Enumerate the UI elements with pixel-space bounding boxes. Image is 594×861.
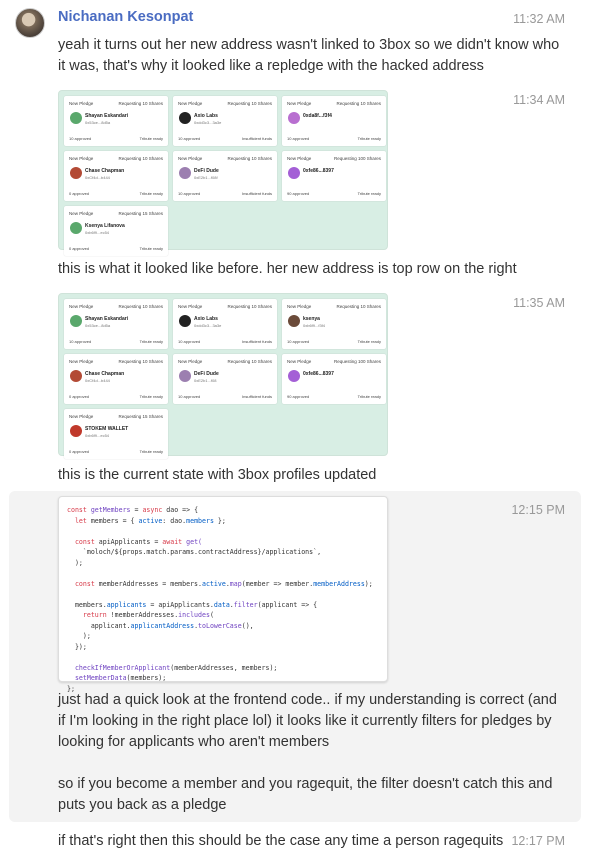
pledge-card: New Pledge Requesting 15 Shares Ksenya Lif…: [64, 206, 168, 256]
pledge-card: New Pledge Requesting 10 Shares Shayan Esk…: [64, 96, 168, 146]
pledge-card: New Pledge Requesting 10 Shares Axio Labs 0…: [173, 96, 277, 146]
code-snippet: const getMembers = async dao => { let me…: [67, 506, 373, 693]
timestamp[interactable]: 12:15 PM: [511, 503, 565, 517]
message-text: just had a quick look at the frontend co…: [58, 692, 557, 750]
pledge-avatar: [70, 315, 82, 327]
message-text: this is the current state with 3box prof…: [58, 467, 377, 483]
image-attachment[interactable]: New Pledge Requesting 10 Shares Shayan Esk…: [58, 293, 388, 459]
image-attachment[interactable]: New Pledge Requesting 10 Shares Shayan Esk…: [58, 90, 388, 256]
message-text: if that's right then this should be the …: [58, 833, 504, 849]
pledge-avatar: [179, 370, 191, 382]
code-image-attachment[interactable]: const getMembers = async dao => { let me…: [58, 496, 388, 693]
pledge-card: New Pledge Requesting 15 Shares STOKEM WAL…: [64, 409, 168, 459]
pledge-card: New Pledge Requesting 10 Shares DeFi Dude 0…: [173, 354, 277, 404]
pledge-avatar: [179, 315, 191, 327]
message-text: this is what it looked like before. her …: [58, 261, 517, 277]
timestamp[interactable]: 11:32 AM: [513, 12, 565, 26]
timestamp[interactable]: 12:17 PM: [511, 834, 565, 848]
author-name[interactable]: Nichanan Kesonpat: [58, 9, 193, 25]
pledge-card: New Pledge Requesting 10 Shares Chase Chap…: [64, 354, 168, 404]
pledge-avatar: [70, 425, 82, 437]
pledge-avatar: [288, 112, 300, 124]
pledge-avatar: [70, 222, 82, 234]
timestamp[interactable]: 11:35 AM: [513, 296, 565, 310]
pledge-avatar: [70, 112, 82, 124]
pledge-avatar: [179, 167, 191, 179]
pledge-avatar: [70, 167, 82, 179]
message-text: so if you become a member and you ragequ…: [58, 776, 553, 813]
avatar[interactable]: [15, 8, 45, 38]
pledge-avatar: [70, 370, 82, 382]
pledge-card: New Pledge Requesting 10 Shares Chase Chap…: [64, 151, 168, 201]
pledge-avatar: [179, 112, 191, 124]
pledge-card: New Pledge Requesting 100 Shares 0xfe86...…: [282, 354, 386, 404]
pledge-avatar: [288, 167, 300, 179]
pledge-avatar: [288, 315, 300, 327]
pledge-avatar: [288, 370, 300, 382]
pledge-card: New Pledge Requesting 10 Shares 0xda8f...f…: [282, 96, 386, 146]
pledge-card: New Pledge Requesting 10 Shares Shayan Esk…: [64, 299, 168, 349]
message-text: yeah it turns out her new address wasn't…: [58, 37, 560, 74]
timestamp[interactable]: 11:34 AM: [513, 93, 565, 107]
pledge-card: New Pledge Requesting 100 Shares 0xfe86...…: [282, 151, 386, 201]
pledge-card: New Pledge Requesting 10 Shares DeFi Dude 0…: [173, 151, 277, 201]
pledge-card: New Pledge Requesting 10 Shares Axio Labs 0…: [173, 299, 277, 349]
pledge-card: New Pledge Requesting 10 Shares ksenya 0xb6…: [282, 299, 386, 349]
